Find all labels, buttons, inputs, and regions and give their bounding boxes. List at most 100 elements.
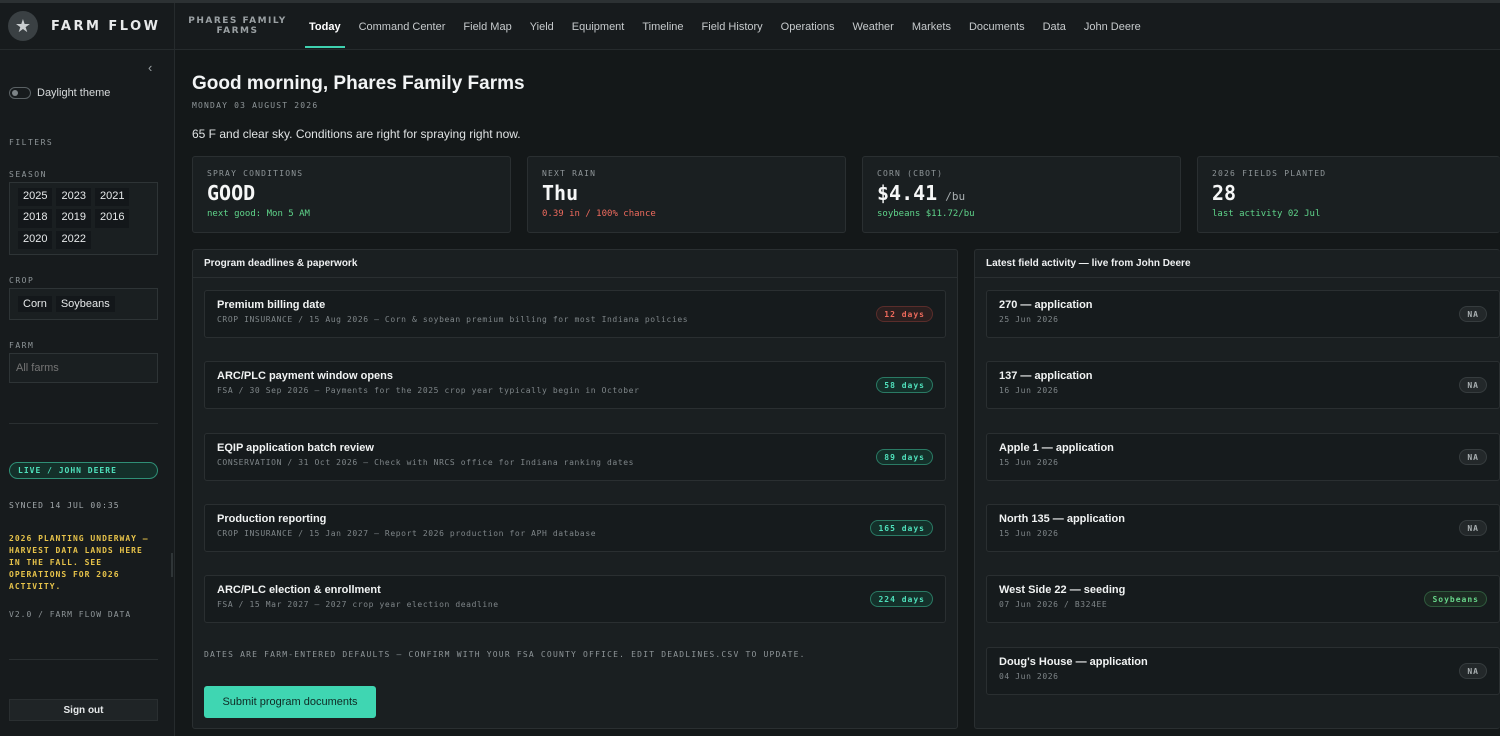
season-chip[interactable]: 2016 xyxy=(94,209,130,228)
main-content: Good morning, Phares Family Farms MONDAY… xyxy=(176,50,1500,736)
crop-badge: NA xyxy=(1459,520,1487,536)
farm-heading: FARM xyxy=(9,341,35,350)
season-chip[interactable]: 2022 xyxy=(56,230,91,249)
deadline-row[interactable]: Premium billing date CROP INSURANCE / 15… xyxy=(204,290,946,338)
farm-filter-input[interactable] xyxy=(9,353,158,383)
deadline-title: ARC/PLC payment window opens xyxy=(217,370,394,382)
days-remaining-badge: 165 days xyxy=(870,520,933,536)
deadline-title: ARC/PLC election & enrollment xyxy=(217,584,381,596)
stat-label: SPRAY CONDITIONS xyxy=(207,169,304,178)
days-remaining-badge: 224 days xyxy=(870,591,933,607)
daylight-theme-toggle-row[interactable]: Daylight theme xyxy=(9,87,110,99)
deadline-row[interactable]: Production reporting CROP INSURANCE / 15… xyxy=(204,504,946,552)
activity-date: 07 Jun 2026 / B324EE xyxy=(999,600,1108,609)
stat-card-corn: CORN (CBOT) $4.41/bu soybeans $11.72/bu xyxy=(862,156,1181,233)
stat-value: $4.41 xyxy=(877,181,938,205)
live-john-deere-badge: LIVE / JOHN DEERE xyxy=(9,462,158,479)
nav-equipment[interactable]: Equipment xyxy=(563,3,634,50)
stat-card-fields-planted: 2026 FIELDS PLANTED 28 last activity 02 … xyxy=(1197,156,1500,233)
nav-weather[interactable]: Weather xyxy=(843,3,902,50)
deadline-title: EQIP application batch review xyxy=(217,442,374,454)
activity-date: 04 Jun 2026 xyxy=(999,672,1059,681)
brand[interactable]: ★ FARM FLOW xyxy=(0,2,175,50)
app-name: FARM FLOW xyxy=(51,18,161,34)
activity-title: Doug's House — application xyxy=(999,656,1148,668)
divider xyxy=(9,423,158,424)
sign-out-button[interactable]: Sign out xyxy=(9,699,158,721)
nav-data[interactable]: Data xyxy=(1034,3,1075,50)
nav-field-map[interactable]: Field Map xyxy=(454,3,520,50)
crop-chip-corn[interactable]: Corn xyxy=(18,296,52,312)
days-remaining-badge: 89 days xyxy=(876,449,933,465)
stat-value: Thu xyxy=(542,181,579,205)
activity-date: 16 Jun 2026 xyxy=(999,386,1059,395)
crop-filter: Corn Soybeans xyxy=(9,288,158,320)
deadline-detail: CROP INSURANCE / 15 Aug 2026 — Corn & so… xyxy=(217,315,689,324)
filters-heading: FILTERS xyxy=(9,138,54,147)
stat-card-spray: SPRAY CONDITIONS GOOD next good: Mon 5 A… xyxy=(192,156,511,233)
activity-title: West Side 22 — seeding xyxy=(999,584,1126,596)
activity-row[interactable]: 270 — application 25 Jun 2026 NA xyxy=(986,290,1500,338)
nav-field-history[interactable]: Field History xyxy=(693,3,772,50)
activity-title: North 135 — application xyxy=(999,513,1125,525)
crop-badge: NA xyxy=(1459,306,1487,322)
season-chip[interactable]: 2019 xyxy=(56,209,91,228)
deadline-detail: CONSERVATION / 31 Oct 2026 — Check with … xyxy=(217,458,635,467)
nav-markets[interactable]: Markets xyxy=(903,3,960,50)
nav-today[interactable]: Today xyxy=(300,3,350,50)
panel-title: Program deadlines & paperwork xyxy=(193,250,957,278)
activity-row[interactable]: Doug's House — application 04 Jun 2026 N… xyxy=(986,647,1500,695)
stat-sub: soybeans $11.72/bu xyxy=(877,209,975,219)
activity-date: 25 Jun 2026 xyxy=(999,315,1059,324)
sidebar-resize-handle[interactable] xyxy=(171,553,173,577)
activity-date: 15 Jun 2026 xyxy=(999,458,1059,467)
deadline-detail: FSA / 15 Mar 2027 — 2027 crop year elect… xyxy=(217,600,499,609)
submit-program-documents-button[interactable]: Submit program documents xyxy=(204,686,376,718)
activity-row[interactable]: North 135 — application 15 Jun 2026 NA xyxy=(986,504,1500,552)
stat-sub: last activity 02 Jul xyxy=(1212,209,1321,219)
activity-row[interactable]: West Side 22 — seeding 07 Jun 2026 / B32… xyxy=(986,575,1500,623)
crop-badge: Soybeans xyxy=(1424,591,1487,607)
season-filter: 2025 2023 2021 2018 2019 2016 2020 2022 xyxy=(9,182,158,255)
sidebar: ‹ Daylight theme FILTERS SEASON 2025 202… xyxy=(0,50,175,736)
deadlines-footnote: DATES ARE FARM-ENTERED DEFAULTS — CONFIR… xyxy=(204,650,806,659)
activity-row[interactable]: 137 — application 16 Jun 2026 NA xyxy=(986,361,1500,409)
nav-operations[interactable]: Operations xyxy=(772,3,844,50)
sync-status: SYNCED 14 JUL 00:35 xyxy=(9,501,120,510)
crop-chip-soybeans[interactable]: Soybeans xyxy=(55,296,115,312)
nav-command-center[interactable]: Command Center xyxy=(350,3,455,50)
stat-value-row: $4.41/bu xyxy=(877,181,1166,205)
deadline-title: Premium billing date xyxy=(217,299,326,311)
deadline-row[interactable]: ARC/PLC election & enrollment FSA / 15 M… xyxy=(204,575,946,623)
deadline-row[interactable]: EQIP application batch review CONSERVATI… xyxy=(204,433,946,481)
stat-label: 2026 FIELDS PLANTED xyxy=(1212,169,1327,178)
crop-badge: NA xyxy=(1459,663,1487,679)
main-nav: Today Command Center Field Map Yield Equ… xyxy=(300,3,1150,50)
nav-timeline[interactable]: Timeline xyxy=(633,3,692,50)
stat-value: GOOD xyxy=(207,181,256,205)
nav-john-deere[interactable]: John Deere xyxy=(1075,3,1150,50)
season-chip[interactable]: 2020 xyxy=(18,230,53,249)
season-chip[interactable]: 2018 xyxy=(18,209,53,228)
nav-documents[interactable]: Documents xyxy=(960,3,1034,50)
collapse-sidebar-icon[interactable]: ‹ xyxy=(148,60,152,75)
activity-title: 137 — application xyxy=(999,370,1093,382)
deadline-detail: FSA / 30 Sep 2026 — Payments for the 202… xyxy=(217,386,640,395)
farm-flow-logo-icon: ★ xyxy=(8,11,38,41)
season-chip[interactable]: 2021 xyxy=(94,188,130,207)
activity-row[interactable]: Apple 1 — application 15 Jun 2026 NA xyxy=(986,433,1500,481)
stat-card-rain: NEXT RAIN Thu 0.39 in / 100% chance xyxy=(527,156,846,233)
daylight-theme-toggle[interactable] xyxy=(9,87,31,99)
nav-yield[interactable]: Yield xyxy=(521,3,563,50)
season-chip[interactable]: 2025 xyxy=(18,188,53,207)
page-title: Good morning, Phares Family Farms xyxy=(192,73,525,94)
daylight-theme-label: Daylight theme xyxy=(37,87,111,99)
activity-title: 270 — application xyxy=(999,299,1093,311)
panel-title: Latest field activity — live from John D… xyxy=(975,250,1500,278)
deadline-detail: CROP INSURANCE / 15 Jan 2027 — Report 20… xyxy=(217,529,597,538)
deadline-row[interactable]: ARC/PLC payment window opens FSA / 30 Se… xyxy=(204,361,946,409)
stat-label: CORN (CBOT) xyxy=(877,169,944,178)
season-heading: SEASON xyxy=(9,170,47,179)
farm-label: PHARES FAMILY FARMS xyxy=(188,16,287,36)
season-chip[interactable]: 2023 xyxy=(56,188,91,207)
